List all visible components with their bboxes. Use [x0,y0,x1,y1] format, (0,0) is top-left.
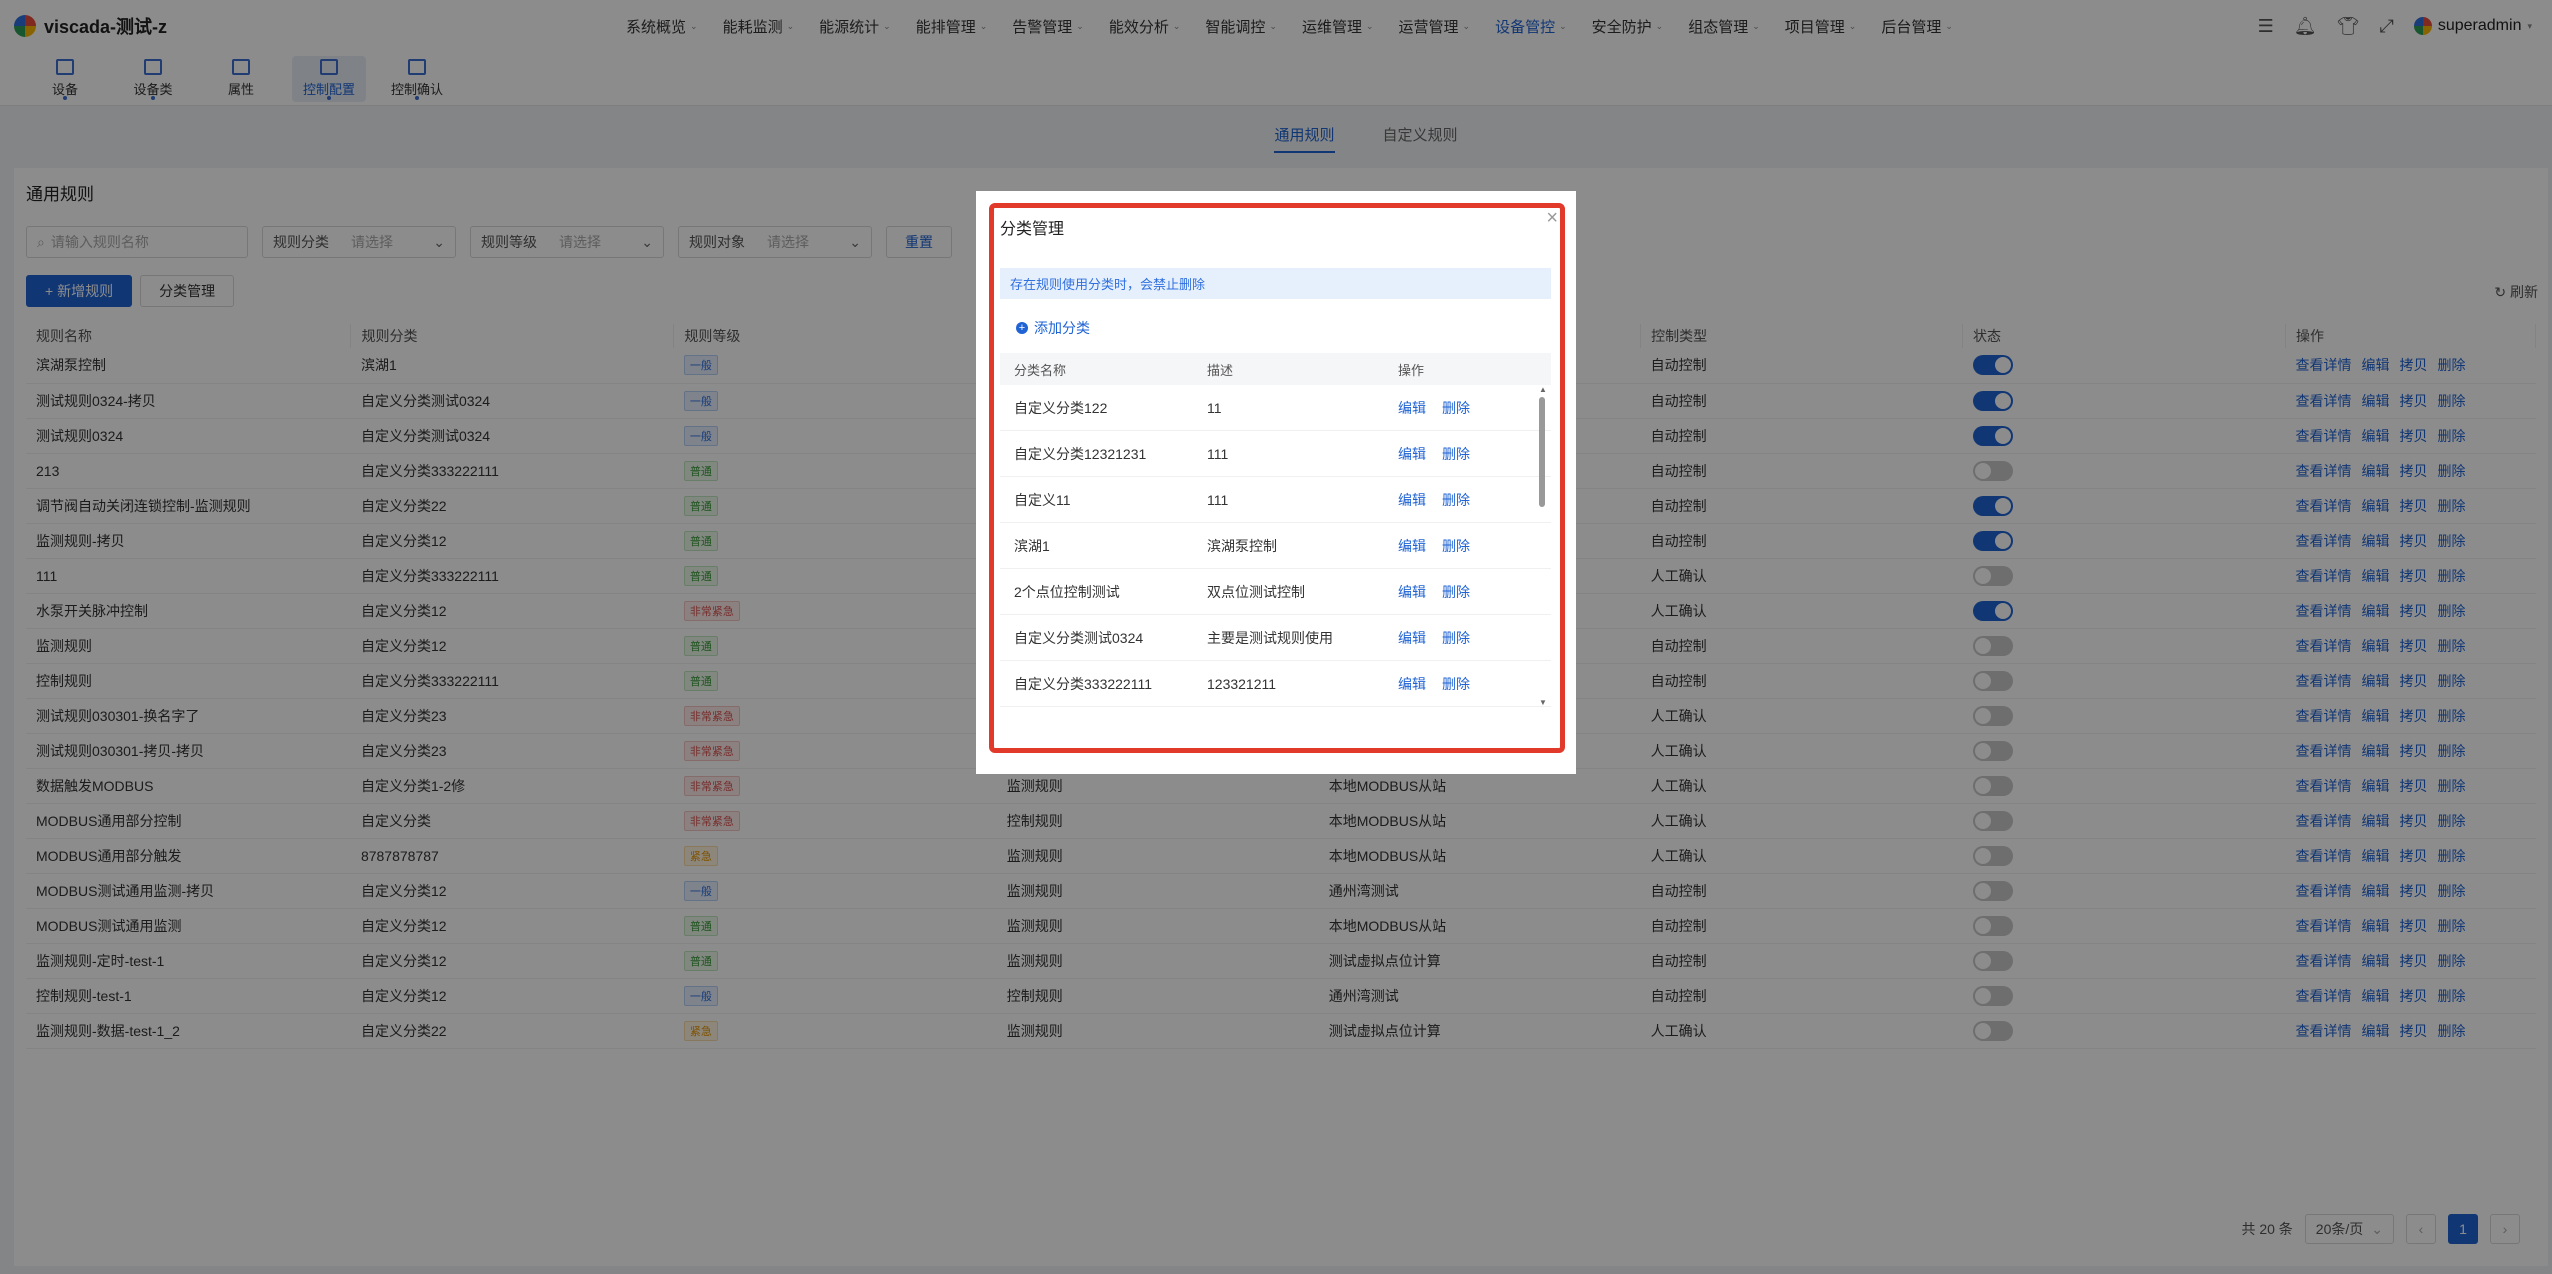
category-desc: 123321211 [1207,675,1277,692]
category-row: 自定义分类333222111 123321211 编辑 删除 [1000,661,1551,707]
category-ops: 编辑 删除 [1386,490,1470,510]
category-ops: 编辑 删除 [1386,444,1470,464]
category-row: 自定义分类122 11 编辑 删除 [1000,385,1551,431]
category-table-header: 分类名称 描述 操作 [1000,353,1551,385]
category-desc: 111 [1207,445,1229,462]
category-desc: 111 [1207,491,1229,508]
delete-link[interactable]: 删除 [1442,536,1470,556]
delete-link[interactable]: 删除 [1442,490,1470,510]
close-icon[interactable]: × [1546,207,1558,230]
header-desc: 描述 [1207,362,1234,378]
delete-link[interactable]: 删除 [1442,444,1470,464]
edit-link[interactable]: 编辑 [1398,490,1426,510]
category-row: 自定义分类测试0324 主要是测试规则使用 编辑 删除 [1000,615,1551,661]
category-ops: 编辑 删除 [1386,536,1470,556]
category-ops: 编辑 删除 [1386,674,1470,694]
scrollbar[interactable]: ▲ ▼ [1539,385,1547,707]
category-ops: 编辑 删除 [1386,582,1470,602]
category-modal: 分类管理 × 存在规则使用分类时，会禁止删除 + 添加分类 分类名称 描述 操作 … [976,191,1576,774]
add-category-button[interactable]: + 添加分类 [1016,318,1090,338]
category-name: 自定义11 [1014,491,1071,508]
header-name: 分类名称 [1014,362,1067,378]
delete-link[interactable]: 删除 [1442,628,1470,648]
category-desc: 滨湖泵控制 [1207,537,1277,554]
category-row: 滨湖1 滨湖泵控制 编辑 删除 [1000,523,1551,569]
modal-title: 分类管理 [1000,221,1065,238]
category-name: 自定义分类12321231 [1014,445,1147,462]
delete-link[interactable]: 删除 [1442,582,1470,602]
edit-link[interactable]: 编辑 [1398,674,1426,694]
category-name: 自定义分类122 [1014,399,1108,416]
category-row: 2个点位控制测试 双点位测试控制 编辑 删除 [1000,569,1551,615]
category-table: 分类名称 描述 操作 自定义分类122 11 编辑 删除 自定义分类12321231 11… [1000,353,1551,707]
plus-circle-icon: + [1016,322,1028,334]
category-desc: 11 [1207,399,1222,416]
category-name: 滨湖1 [1014,537,1050,554]
scroll-down-icon[interactable]: ▼ [1539,698,1547,707]
info-alert: 存在规则使用分类时，会禁止删除 [1000,268,1551,299]
scroll-thumb[interactable] [1539,397,1545,507]
edit-link[interactable]: 编辑 [1398,582,1426,602]
category-name: 自定义分类333222111 [1014,675,1152,692]
category-table-body: 自定义分类122 11 编辑 删除 自定义分类12321231 111 编辑 删除 自定义11 1… [1000,385,1551,707]
category-ops: 编辑 删除 [1386,398,1470,418]
scroll-up-icon[interactable]: ▲ [1539,385,1547,394]
delete-link[interactable]: 删除 [1442,674,1470,694]
edit-link[interactable]: 编辑 [1398,398,1426,418]
delete-link[interactable]: 删除 [1442,398,1470,418]
category-desc: 主要是测试规则使用 [1207,629,1333,646]
category-row: 自定义11 111 编辑 删除 [1000,477,1551,523]
header-ops: 操作 [1398,362,1425,378]
add-category-label: 添加分类 [1034,320,1090,336]
edit-link[interactable]: 编辑 [1398,444,1426,464]
category-name: 2个点位控制测试 [1014,583,1120,600]
category-row: 自定义分类12321231 111 编辑 删除 [1000,431,1551,477]
edit-link[interactable]: 编辑 [1398,536,1426,556]
category-ops: 编辑 删除 [1386,628,1470,648]
edit-link[interactable]: 编辑 [1398,628,1426,648]
category-desc: 双点位测试控制 [1207,583,1305,600]
category-name: 自定义分类测试0324 [1014,629,1144,646]
